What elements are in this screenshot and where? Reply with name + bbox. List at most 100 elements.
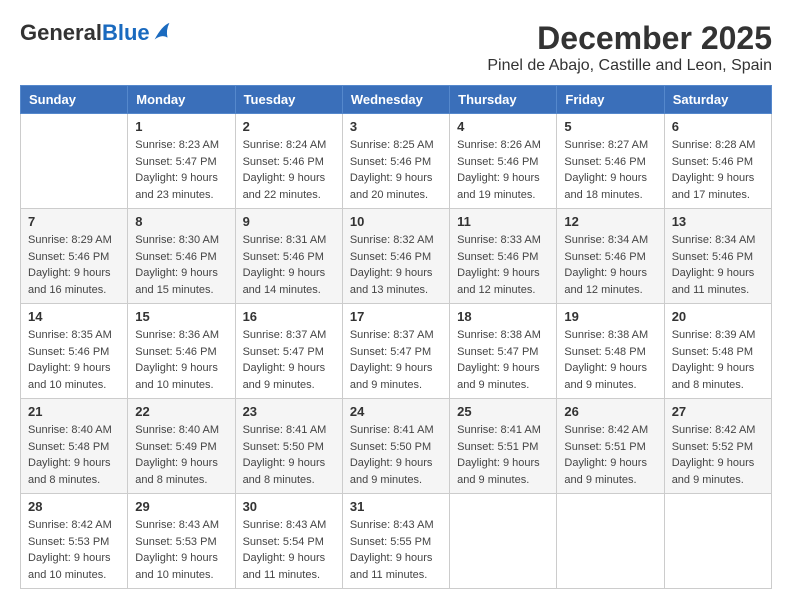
day-number: 30 [243, 499, 335, 514]
day-info: Sunrise: 8:37 AMSunset: 5:47 PMDaylight:… [243, 327, 335, 393]
calendar-cell: 26Sunrise: 8:42 AMSunset: 5:51 PMDayligh… [557, 399, 664, 494]
calendar-cell: 22 Sunrise: 8:40 AMSunset: 5:49 PMDayligh… [128, 399, 235, 494]
day-info: Sunrise: 8:33 AMSunset: 5:46 PMDaylight:… [457, 232, 549, 298]
calendar-cell: 6 Sunrise: 8:28 AMSunset: 5:46 PMDaylight… [664, 114, 771, 209]
calendar-cell: 27 Sunrise: 8:42 AMSunset: 5:52 PMDayligh… [664, 399, 771, 494]
day-number: 23 [243, 404, 335, 419]
day-number: 24 [350, 404, 442, 419]
weekday-header-friday: Friday [557, 86, 664, 114]
day-number: 12 [564, 214, 656, 229]
day-info: Sunrise: 8:34 AMSunset: 5:46 PMDaylight:… [672, 232, 764, 298]
calendar-week-row: 21 Sunrise: 8:40 AMSunset: 5:48 PMDayligh… [21, 399, 772, 494]
calendar-cell [664, 494, 771, 589]
weekday-header-tuesday: Tuesday [235, 86, 342, 114]
calendar-cell: 15Sunrise: 8:36 AMSunset: 5:46 PMDayligh… [128, 304, 235, 399]
logo: GeneralBlue [20, 20, 172, 46]
calendar-week-row: 1 Sunrise: 8:23 AMSunset: 5:47 PMDaylight… [21, 114, 772, 209]
day-info: Sunrise: 8:40 AMSunset: 5:48 PMDaylight:… [28, 422, 120, 488]
calendar-cell: 31 Sunrise: 8:43 AMSunset: 5:55 PMDayligh… [342, 494, 449, 589]
day-number: 2 [243, 119, 335, 134]
calendar-cell: 8 Sunrise: 8:30 AMSunset: 5:46 PMDaylight… [128, 209, 235, 304]
calendar-cell: 14Sunrise: 8:35 AMSunset: 5:46 PMDayligh… [21, 304, 128, 399]
day-info: Sunrise: 8:26 AMSunset: 5:46 PMDaylight:… [457, 137, 549, 203]
calendar-cell [450, 494, 557, 589]
day-info: Sunrise: 8:23 AMSunset: 5:47 PMDaylight:… [135, 137, 227, 203]
day-info: Sunrise: 8:43 AMSunset: 5:53 PMDaylight:… [135, 517, 227, 583]
day-number: 16 [243, 309, 335, 324]
day-number: 29 [135, 499, 227, 514]
day-info: Sunrise: 8:38 AMSunset: 5:48 PMDaylight:… [564, 327, 656, 393]
day-info: Sunrise: 8:25 AMSunset: 5:46 PMDaylight:… [350, 137, 442, 203]
calendar-cell: 20Sunrise: 8:39 AMSunset: 5:48 PMDayligh… [664, 304, 771, 399]
month-title: December 2025 [487, 20, 772, 57]
day-info: Sunrise: 8:28 AMSunset: 5:46 PMDaylight:… [672, 137, 764, 203]
day-info: Sunrise: 8:43 AMSunset: 5:54 PMDaylight:… [243, 517, 335, 583]
calendar-cell: 1 Sunrise: 8:23 AMSunset: 5:47 PMDaylight… [128, 114, 235, 209]
day-number: 9 [243, 214, 335, 229]
day-info: Sunrise: 8:36 AMSunset: 5:46 PMDaylight:… [135, 327, 227, 393]
calendar-table: SundayMondayTuesdayWednesdayThursdayFrid… [20, 85, 772, 589]
calendar-week-row: 28Sunrise: 8:42 AMSunset: 5:53 PMDayligh… [21, 494, 772, 589]
day-number: 11 [457, 214, 549, 229]
day-number: 19 [564, 309, 656, 324]
calendar-cell: 5 Sunrise: 8:27 AMSunset: 5:46 PMDaylight… [557, 114, 664, 209]
day-number: 21 [28, 404, 120, 419]
weekday-header-thursday: Thursday [450, 86, 557, 114]
day-number: 10 [350, 214, 442, 229]
calendar-cell [21, 114, 128, 209]
day-number: 8 [135, 214, 227, 229]
logo-blue-text: Blue [102, 20, 150, 45]
day-number: 3 [350, 119, 442, 134]
calendar-cell: 24 Sunrise: 8:41 AMSunset: 5:50 PMDayligh… [342, 399, 449, 494]
calendar-cell: 7Sunrise: 8:29 AMSunset: 5:46 PMDaylight… [21, 209, 128, 304]
calendar-cell: 30 Sunrise: 8:43 AMSunset: 5:54 PMDayligh… [235, 494, 342, 589]
calendar-cell: 9 Sunrise: 8:31 AMSunset: 5:46 PMDaylight… [235, 209, 342, 304]
calendar-cell: 17Sunrise: 8:37 AMSunset: 5:47 PMDayligh… [342, 304, 449, 399]
day-number: 13 [672, 214, 764, 229]
logo-general-text: General [20, 20, 102, 45]
location-title: Pinel de Abajo, Castille and Leon, Spain [487, 57, 772, 75]
day-number: 4 [457, 119, 549, 134]
day-info: Sunrise: 8:38 AMSunset: 5:47 PMDaylight:… [457, 327, 549, 393]
calendar-week-row: 14Sunrise: 8:35 AMSunset: 5:46 PMDayligh… [21, 304, 772, 399]
weekday-header-saturday: Saturday [664, 86, 771, 114]
day-info: Sunrise: 8:41 AMSunset: 5:50 PMDaylight:… [350, 422, 442, 488]
day-info: Sunrise: 8:40 AMSunset: 5:49 PMDaylight:… [135, 422, 227, 488]
calendar-cell: 25 Sunrise: 8:41 AMSunset: 5:51 PMDayligh… [450, 399, 557, 494]
page-header: GeneralBlue December 2025 Pinel de Abajo… [20, 20, 772, 75]
calendar-cell: 21 Sunrise: 8:40 AMSunset: 5:48 PMDayligh… [21, 399, 128, 494]
day-number: 18 [457, 309, 549, 324]
day-info: Sunrise: 8:41 AMSunset: 5:51 PMDaylight:… [457, 422, 549, 488]
day-number: 1 [135, 119, 227, 134]
calendar-cell: 11 Sunrise: 8:33 AMSunset: 5:46 PMDayligh… [450, 209, 557, 304]
day-info: Sunrise: 8:24 AMSunset: 5:46 PMDaylight:… [243, 137, 335, 203]
day-number: 25 [457, 404, 549, 419]
day-info: Sunrise: 8:43 AMSunset: 5:55 PMDaylight:… [350, 517, 442, 583]
calendar-cell: 29 Sunrise: 8:43 AMSunset: 5:53 PMDayligh… [128, 494, 235, 589]
day-number: 14 [28, 309, 120, 324]
calendar-cell: 23 Sunrise: 8:41 AMSunset: 5:50 PMDayligh… [235, 399, 342, 494]
day-number: 17 [350, 309, 442, 324]
day-number: 5 [564, 119, 656, 134]
weekday-header-sunday: Sunday [21, 86, 128, 114]
day-info: Sunrise: 8:41 AMSunset: 5:50 PMDaylight:… [243, 422, 335, 488]
day-number: 6 [672, 119, 764, 134]
calendar-cell: 4 Sunrise: 8:26 AMSunset: 5:46 PMDaylight… [450, 114, 557, 209]
calendar-cell: 19 Sunrise: 8:38 AMSunset: 5:48 PMDayligh… [557, 304, 664, 399]
calendar-cell [557, 494, 664, 589]
calendar-cell: 12Sunrise: 8:34 AMSunset: 5:46 PMDayligh… [557, 209, 664, 304]
calendar-header-row: SundayMondayTuesdayWednesdayThursdayFrid… [21, 86, 772, 114]
day-info: Sunrise: 8:42 AMSunset: 5:52 PMDaylight:… [672, 422, 764, 488]
day-info: Sunrise: 8:42 AMSunset: 5:51 PMDaylight:… [564, 422, 656, 488]
day-info: Sunrise: 8:30 AMSunset: 5:46 PMDaylight:… [135, 232, 227, 298]
calendar-cell: 18 Sunrise: 8:38 AMSunset: 5:47 PMDayligh… [450, 304, 557, 399]
calendar-cell: 10Sunrise: 8:32 AMSunset: 5:46 PMDayligh… [342, 209, 449, 304]
day-number: 22 [135, 404, 227, 419]
weekday-header-monday: Monday [128, 86, 235, 114]
calendar-cell: 13 Sunrise: 8:34 AMSunset: 5:46 PMDayligh… [664, 209, 771, 304]
day-info: Sunrise: 8:29 AMSunset: 5:46 PMDaylight:… [28, 232, 120, 298]
day-number: 27 [672, 404, 764, 419]
day-info: Sunrise: 8:31 AMSunset: 5:46 PMDaylight:… [243, 232, 335, 298]
day-info: Sunrise: 8:27 AMSunset: 5:46 PMDaylight:… [564, 137, 656, 203]
day-number: 31 [350, 499, 442, 514]
